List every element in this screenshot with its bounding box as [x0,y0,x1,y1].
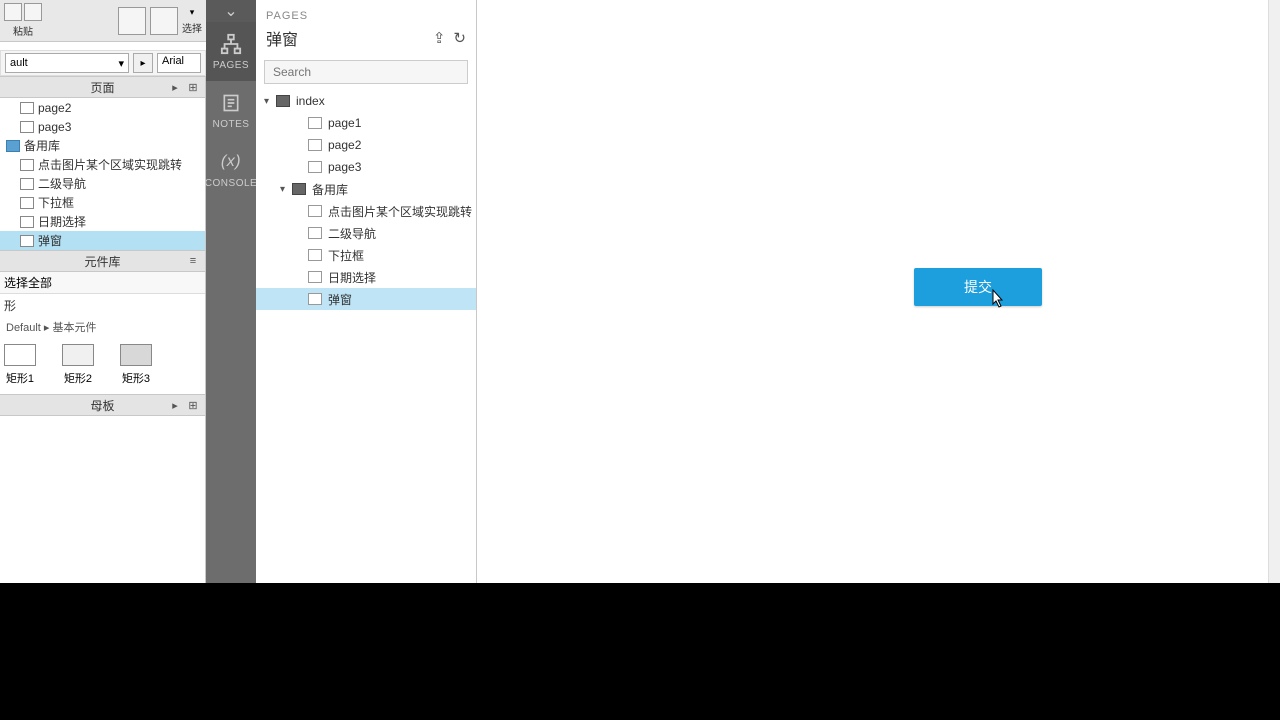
style-value: ault [10,57,28,69]
left-tree-page[interactable]: 点击图片某个区域实现跳转 [0,155,205,174]
page-icon [308,271,322,283]
add-master-icon[interactable]: ▸ [167,398,183,412]
vertical-tabs: ⌄ PAGES NOTES (x) CONSOLE [206,0,256,583]
pages-tree-page[interactable]: page3 [256,156,476,178]
page-icon [20,235,34,247]
vertical-scrollbar[interactable] [1268,0,1280,583]
master-folder-icon[interactable]: ⊞ [185,398,201,412]
pages-panel-header: 页面 ▸ ⊞ [0,76,205,98]
pages-tree-page[interactable]: page2 [256,134,476,156]
master-panel-header: 母板 ▸ ⊞ [0,394,205,416]
submit-button[interactable]: 提交 [914,268,1042,306]
share-icon[interactable]: ⇪ [433,29,446,47]
add-page-icon[interactable]: ▸ [167,80,183,94]
pages-tree-folder[interactable]: ▾备用库 [256,178,476,200]
paste-label: 粘贴 [13,23,33,38]
page-icon [308,161,322,173]
pages-tree-page[interactable]: page1 [256,112,476,134]
copy-icon[interactable] [4,3,22,21]
page-icon [308,205,322,217]
page-icon [308,117,322,129]
page-icon [20,197,34,209]
left-tree-page[interactable]: 下拉框 [0,193,205,212]
tool-icon-2[interactable] [150,7,178,35]
pages-sidebar: PAGES 弹窗 ⇪ ↻ ▾indexpage1page2page3▾备用库点击… [256,0,477,583]
style-toolbar: ault ▾ ▸ Arial [0,50,206,76]
folder-icon [292,183,306,195]
page-icon [308,227,322,239]
add-folder-icon[interactable]: ⊞ [185,80,201,94]
library-panel-header: 元件库 ≡ [0,250,205,272]
notes-icon [219,91,243,115]
bottom-bar [0,583,1280,720]
left-page-tree: page2page3备用库点击图片某个区域实现跳转二级导航下拉框日期选择弹窗 [0,98,205,250]
top-toolbar: 粘贴 ▾ 选择 [0,0,206,42]
select-label: 选择 [182,20,202,35]
pages-tree-page[interactable]: 弹窗 [256,288,476,310]
page-icon [20,121,34,133]
current-page-name: 弹窗 [266,26,298,50]
rectangle-shape-icon [62,344,94,366]
page-icon [20,102,34,114]
select-caret-icon[interactable]: ▾ [190,7,195,18]
variable-icon: (x) [219,150,243,174]
pages-caption: PAGES [266,10,466,22]
shape-item[interactable]: 矩形3 [120,344,152,386]
left-tree-page[interactable]: 日期选择 [0,212,205,231]
left-tree-folder[interactable]: 备用库 [0,136,205,155]
chevron-down-icon: ▾ [118,57,124,70]
pages-tree-folder[interactable]: ▾index [256,90,476,112]
paste-group[interactable]: 粘贴 [4,3,42,38]
left-tree-page[interactable]: 二级导航 [0,174,205,193]
font-combo[interactable]: Arial [157,53,201,73]
left-tree-page[interactable]: page2 [0,98,205,117]
left-tree-page[interactable]: page3 [0,117,205,136]
page-icon [308,249,322,261]
tab-pages[interactable]: PAGES [206,22,256,81]
cut-icon[interactable] [24,3,42,21]
folder-icon [6,140,20,152]
shape-item[interactable]: 矩形2 [62,344,94,386]
left-panel: 页面 ▸ ⊞ page2page3备用库点击图片某个区域实现跳转二级导航下拉框日… [0,76,206,583]
preview-canvas [477,0,1268,583]
master-panel-body [0,416,205,583]
shape-item[interactable]: 矩形1 [4,344,36,386]
search-input[interactable] [264,60,468,84]
pages-tree-page[interactable]: 日期选择 [256,266,476,288]
pages-tree: ▾indexpage1page2page3▾备用库点击图片某个区域实现跳转二级导… [256,90,476,310]
page-icon [20,159,34,171]
pages-search[interactable] [264,60,468,84]
rectangle-shape-icon [4,344,36,366]
page-icon [20,178,34,190]
tree-caret-icon: ▾ [264,96,276,107]
style-combo[interactable]: ault ▾ [5,53,129,73]
pages-tree-page[interactable]: 二级导航 [256,222,476,244]
pages-tree-page[interactable]: 点击图片某个区域实现跳转 [256,200,476,222]
page-icon [308,293,322,305]
collapse-panel-button[interactable]: ⌄ [206,0,256,22]
library-select-all[interactable]: 选择全部 [0,272,205,294]
page-icon [20,216,34,228]
library-breadcrumb: Default ▸ 基本元件 [0,316,205,336]
folder-icon [276,95,290,107]
shape-row: 矩形1 矩形2 矩形3 [0,336,205,394]
refresh-icon[interactable]: ↻ [453,29,466,47]
library-menu-icon[interactable]: ≡ [185,254,201,268]
tool-icon-1[interactable] [118,7,146,35]
left-tree-page[interactable]: 弹窗 [0,231,205,250]
tab-console[interactable]: (x) CONSOLE [206,140,256,199]
chevron-down-icon: ⌄ [224,1,237,21]
pages-tree-page[interactable]: 下拉框 [256,244,476,266]
tree-caret-icon: ▾ [280,184,292,195]
library-shape-filter[interactable]: 形 [0,294,205,316]
tab-notes[interactable]: NOTES [206,81,256,140]
page-icon [308,139,322,151]
sitemap-icon [219,32,243,56]
rectangle-shape-icon [120,344,152,366]
style-apply-button[interactable]: ▸ [133,53,153,73]
